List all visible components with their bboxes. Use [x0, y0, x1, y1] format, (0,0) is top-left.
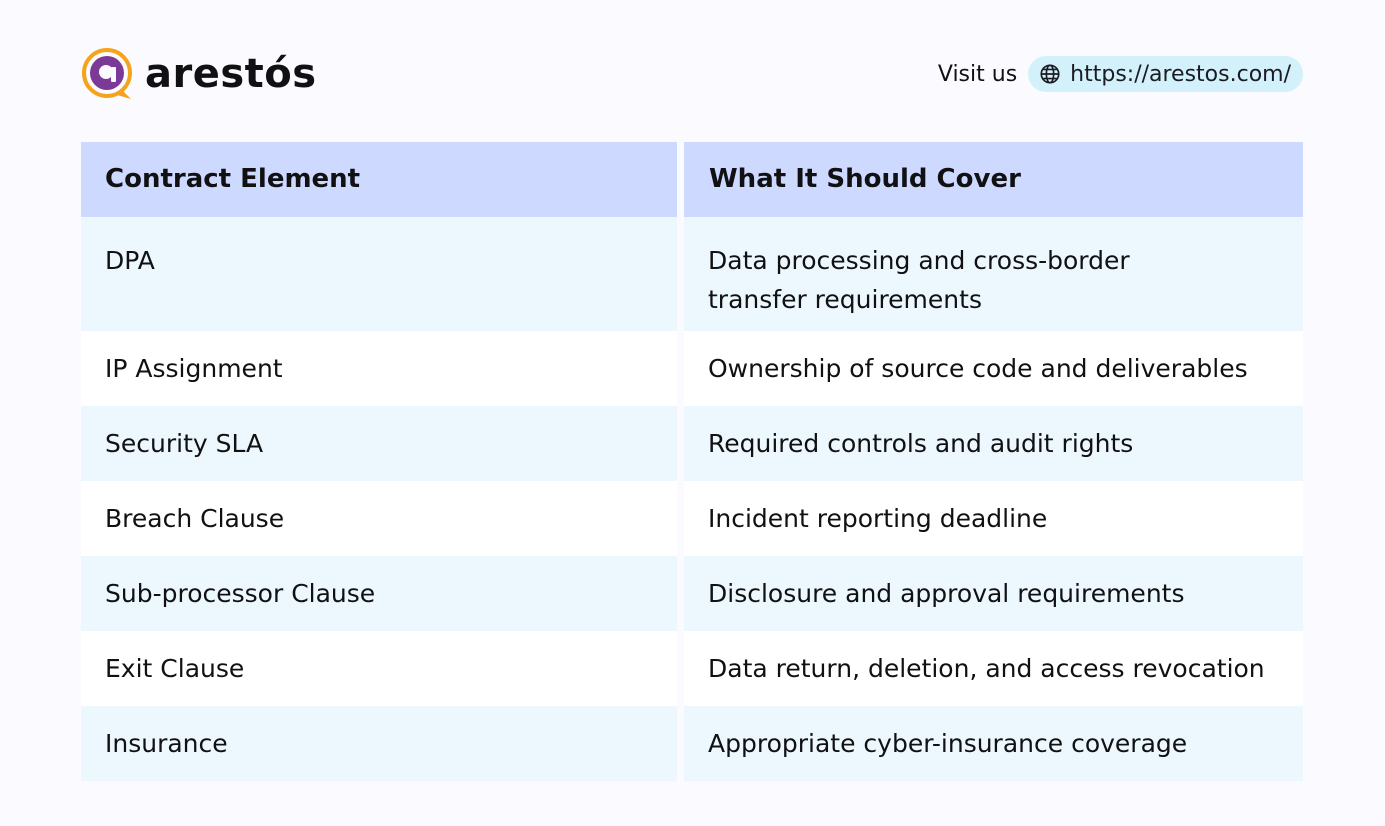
brand-name: arestós: [145, 51, 317, 97]
globe-icon: [1040, 64, 1060, 84]
coverage-cell: Disclosure and approval requirements: [684, 556, 1303, 631]
column-header-contract-element: Contract Element: [81, 142, 677, 217]
table-header-row: Contract Element What It Should Cover: [81, 142, 1303, 217]
brand-logo[interactable]: arestós: [81, 47, 317, 101]
coverage-cell: Data processing and cross-border transfe…: [684, 217, 1303, 331]
table-row: DPA Data processing and cross-border tra…: [81, 217, 1303, 331]
visit-label: Visit us: [937, 61, 1018, 87]
contract-element-cell: Security SLA: [81, 406, 677, 481]
contract-element-cell: DPA: [81, 217, 677, 331]
website-link[interactable]: https://arestos.com/: [1028, 56, 1303, 92]
website-link-text: https://arestos.com/: [1070, 61, 1291, 87]
contract-table: Contract Element What It Should Cover DP…: [81, 142, 1303, 781]
coverage-cell: Incident reporting deadline: [684, 481, 1303, 556]
contract-element-cell: Breach Clause: [81, 481, 677, 556]
coverage-cell: Required controls and audit rights: [684, 406, 1303, 481]
coverage-cell: Appropriate cyber-insurance coverage: [684, 706, 1303, 781]
column-header-what-it-should-cover: What It Should Cover: [684, 142, 1303, 217]
cell-text: Data processing and cross-border transfe…: [708, 246, 1130, 314]
coverage-cell: Ownership of source code and deliverable…: [684, 331, 1303, 406]
coverage-cell: Data return, deletion, and access revoca…: [684, 631, 1303, 706]
table-row: IP Assignment Ownership of source code a…: [81, 331, 1303, 406]
visit-us: Visit us https://arestos.com/: [938, 56, 1303, 92]
cell-text: DPA: [105, 246, 155, 275]
table-row: Security SLA Required controls and audit…: [81, 406, 1303, 481]
page-header: arestós Visit us https://arestos.com/: [81, 47, 1303, 103]
contract-element-cell: Insurance: [81, 706, 677, 781]
table-row: Insurance Appropriate cyber-insurance co…: [81, 706, 1303, 781]
contract-element-cell: Sub-processor Clause: [81, 556, 677, 631]
arestos-logo-icon: [82, 48, 132, 99]
contract-element-cell: Exit Clause: [81, 631, 677, 706]
table-row: Exit Clause Data return, deletion, and a…: [81, 631, 1303, 706]
table-row: Sub-processor Clause Disclosure and appr…: [81, 556, 1303, 631]
contract-element-cell: IP Assignment: [81, 331, 677, 406]
table-row: Breach Clause Incident reporting deadlin…: [81, 481, 1303, 556]
